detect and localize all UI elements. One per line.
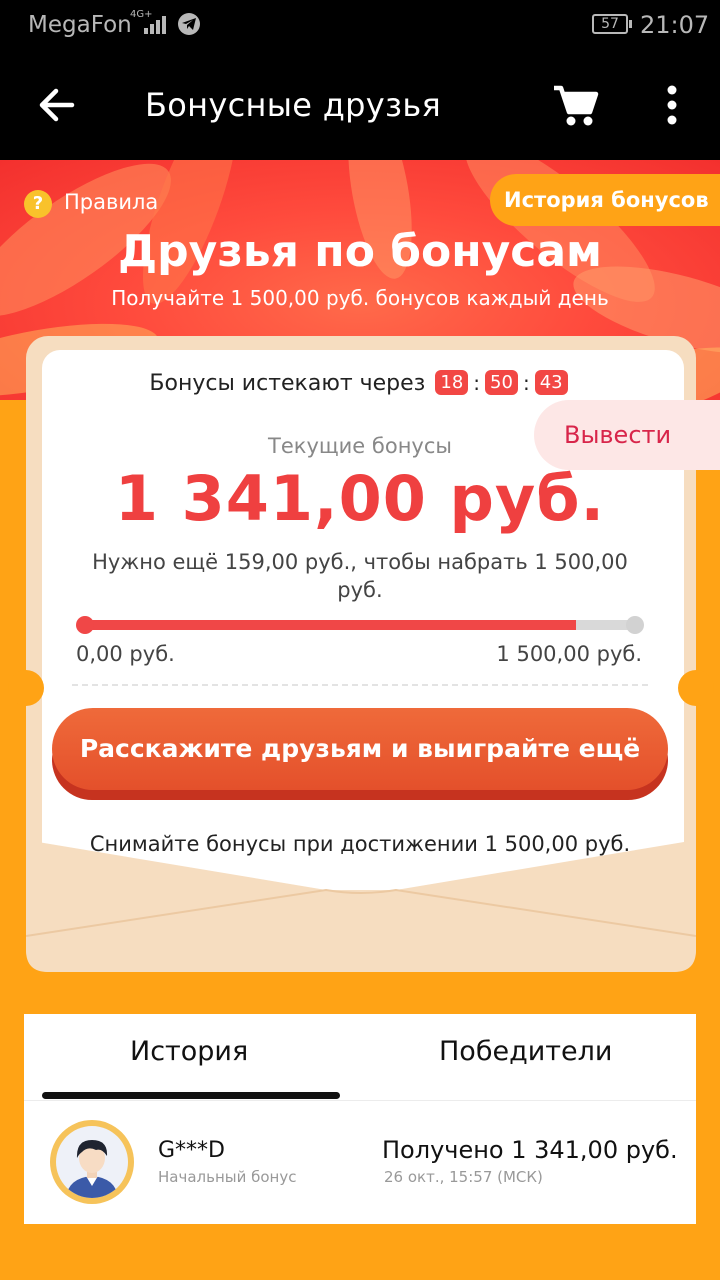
share-friends-button[interactable]: Расскажите друзьям и выиграйте ещё — [52, 708, 668, 800]
progress-fill — [84, 620, 576, 630]
history-user-subtitle: Начальный бонус — [158, 1168, 297, 1186]
current-bonus-label: Текущие бонусы — [268, 434, 452, 458]
back-arrow-icon[interactable] — [34, 82, 80, 128]
expire-label: Бонусы истекают через — [149, 371, 426, 396]
progress-end-dot — [626, 616, 644, 634]
app-toolbar: Бонусные друзья — [0, 52, 720, 160]
history-user-name: G***D — [158, 1138, 225, 1163]
hero-subtitle: Получайте 1 500,00 руб. бонусов каждый д… — [111, 286, 609, 310]
question-icon: ? — [24, 190, 52, 218]
clock: 21:07 — [640, 11, 710, 39]
timer-seconds: 43 — [534, 370, 568, 395]
user-avatar-icon — [66, 1140, 118, 1198]
hero-title: Друзья по бонусам — [117, 226, 603, 277]
active-tab-indicator — [42, 1092, 340, 1099]
page-title: Бонусные друзья — [145, 86, 442, 124]
history-received: Получено 1 341,00 руб. — [382, 1136, 678, 1164]
rules-label: Правила — [64, 190, 159, 214]
history-panel: История Победители G***D Начальный бонус… — [24, 1014, 696, 1224]
current-bonus-amount: 1 341,00 руб. — [114, 462, 606, 535]
history-time: 26 окт., 15:57 (МСК) — [384, 1168, 543, 1186]
progress-bar — [84, 620, 634, 630]
share-button-label: Расскажите друзьям и выиграйте ещё — [52, 708, 668, 790]
timer-separator: : — [473, 371, 481, 395]
expire-row: Бонусы истекают через 18:50:43 — [0, 370, 720, 396]
card-notch-left — [8, 670, 44, 706]
more-vert-icon[interactable] — [654, 82, 690, 128]
divider — [72, 684, 648, 686]
card-notch-right — [678, 670, 714, 706]
cart-icon[interactable] — [550, 82, 600, 128]
divider — [24, 1100, 696, 1101]
withdraw-note: Снимайте бонусы при достижении 1 500,00 … — [89, 832, 631, 856]
envelope-flap — [26, 840, 696, 972]
progress-min-label: 0,00 руб. — [76, 642, 175, 666]
remaining-text: Нужно ещё 159,00 руб., чтобы набрать 1 5… — [92, 550, 628, 602]
telegram-icon — [178, 13, 200, 35]
timer-minutes: 50 — [485, 370, 518, 395]
battery-icon: 57 — [592, 14, 632, 34]
timer-separator: : — [522, 371, 530, 395]
tab-history[interactable]: История — [130, 1036, 248, 1067]
status-bar: MegaFon 4G+ 57 21:07 — [0, 0, 720, 52]
signal-icon — [144, 14, 170, 34]
progress-max-label: 1 500,00 руб. — [496, 642, 642, 666]
progress-start-dot — [76, 616, 94, 634]
bonus-history-button[interactable]: История бонусов — [490, 174, 720, 226]
avatar — [50, 1120, 134, 1204]
timer-hours: 18 — [435, 370, 469, 395]
tab-winners[interactable]: Победители — [439, 1036, 612, 1067]
carrier-label: MegaFon — [28, 12, 132, 38]
